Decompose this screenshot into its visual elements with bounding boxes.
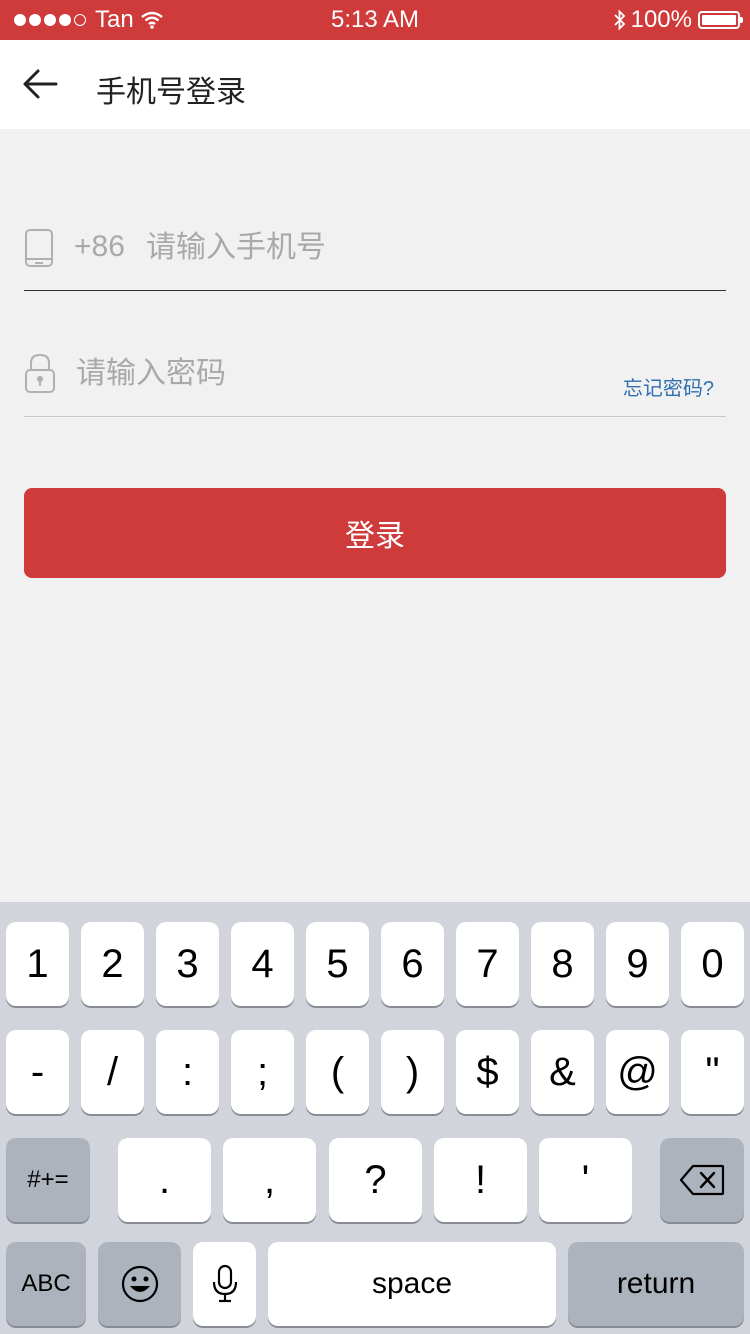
key-apostrophe[interactable]: ': [539, 1138, 632, 1222]
country-code[interactable]: +86: [74, 230, 125, 264]
status-right: 100%: [613, 6, 743, 34]
key-return[interactable]: return: [568, 1242, 744, 1326]
key-emoji[interactable]: [98, 1242, 181, 1326]
key-0[interactable]: 0: [681, 922, 744, 1006]
key-exclamation[interactable]: !: [434, 1138, 527, 1222]
battery-percent: 100%: [630, 6, 692, 33]
key-hyphen[interactable]: -: [6, 1030, 69, 1114]
key-close-paren[interactable]: ): [381, 1030, 444, 1114]
microphone-icon: [212, 1264, 237, 1303]
key-ampersand[interactable]: &: [531, 1030, 594, 1114]
key-dictation[interactable]: [193, 1242, 256, 1326]
key-6[interactable]: 6: [381, 922, 444, 1006]
back-arrow-icon[interactable]: [20, 62, 64, 106]
phone-field: +86: [24, 200, 726, 291]
phone-icon: [25, 229, 53, 267]
key-space[interactable]: space: [268, 1242, 556, 1326]
status-bar: Tan 5:13 AM 100%: [0, 0, 750, 40]
bluetooth-icon: [613, 9, 625, 31]
key-3[interactable]: 3: [156, 922, 219, 1006]
key-delete[interactable]: [660, 1138, 744, 1222]
battery-icon: [698, 11, 743, 29]
key-7[interactable]: 7: [456, 922, 519, 1006]
key-8[interactable]: 8: [531, 922, 594, 1006]
key-1[interactable]: 1: [6, 922, 69, 1006]
key-open-paren[interactable]: (: [306, 1030, 369, 1114]
key-2[interactable]: 2: [81, 922, 144, 1006]
key-comma[interactable]: ,: [223, 1138, 316, 1222]
key-slash[interactable]: /: [81, 1030, 144, 1114]
phone-input[interactable]: [146, 228, 706, 268]
password-input[interactable]: [76, 354, 576, 394]
key-quote[interactable]: ": [681, 1030, 744, 1114]
key-dollar[interactable]: $: [456, 1030, 519, 1114]
nav-bar: 手机号登录: [0, 40, 750, 129]
key-9[interactable]: 9: [606, 922, 669, 1006]
key-period[interactable]: .: [118, 1138, 211, 1222]
forgot-password-link[interactable]: 忘记密码?: [623, 372, 714, 401]
key-semicolon[interactable]: ;: [231, 1030, 294, 1114]
page-title: 手机号登录: [96, 76, 246, 109]
key-at[interactable]: @: [606, 1030, 669, 1114]
lock-icon: [25, 353, 55, 393]
key-5[interactable]: 5: [306, 922, 369, 1006]
key-abc[interactable]: ABC: [6, 1242, 86, 1326]
key-question[interactable]: ?: [329, 1138, 422, 1222]
emoji-icon: [121, 1265, 158, 1303]
backspace-icon: [679, 1164, 725, 1196]
key-4[interactable]: 4: [231, 922, 294, 1006]
login-button[interactable]: 登录: [24, 488, 726, 578]
key-colon[interactable]: :: [156, 1030, 219, 1114]
password-field: 忘记密码?: [24, 330, 726, 417]
key-more-symbols[interactable]: #+=: [6, 1138, 90, 1222]
keyboard: 1 2 3 4 5 6 7 8 9 0 - / : ; ( ) $ & @ " …: [0, 902, 750, 1334]
